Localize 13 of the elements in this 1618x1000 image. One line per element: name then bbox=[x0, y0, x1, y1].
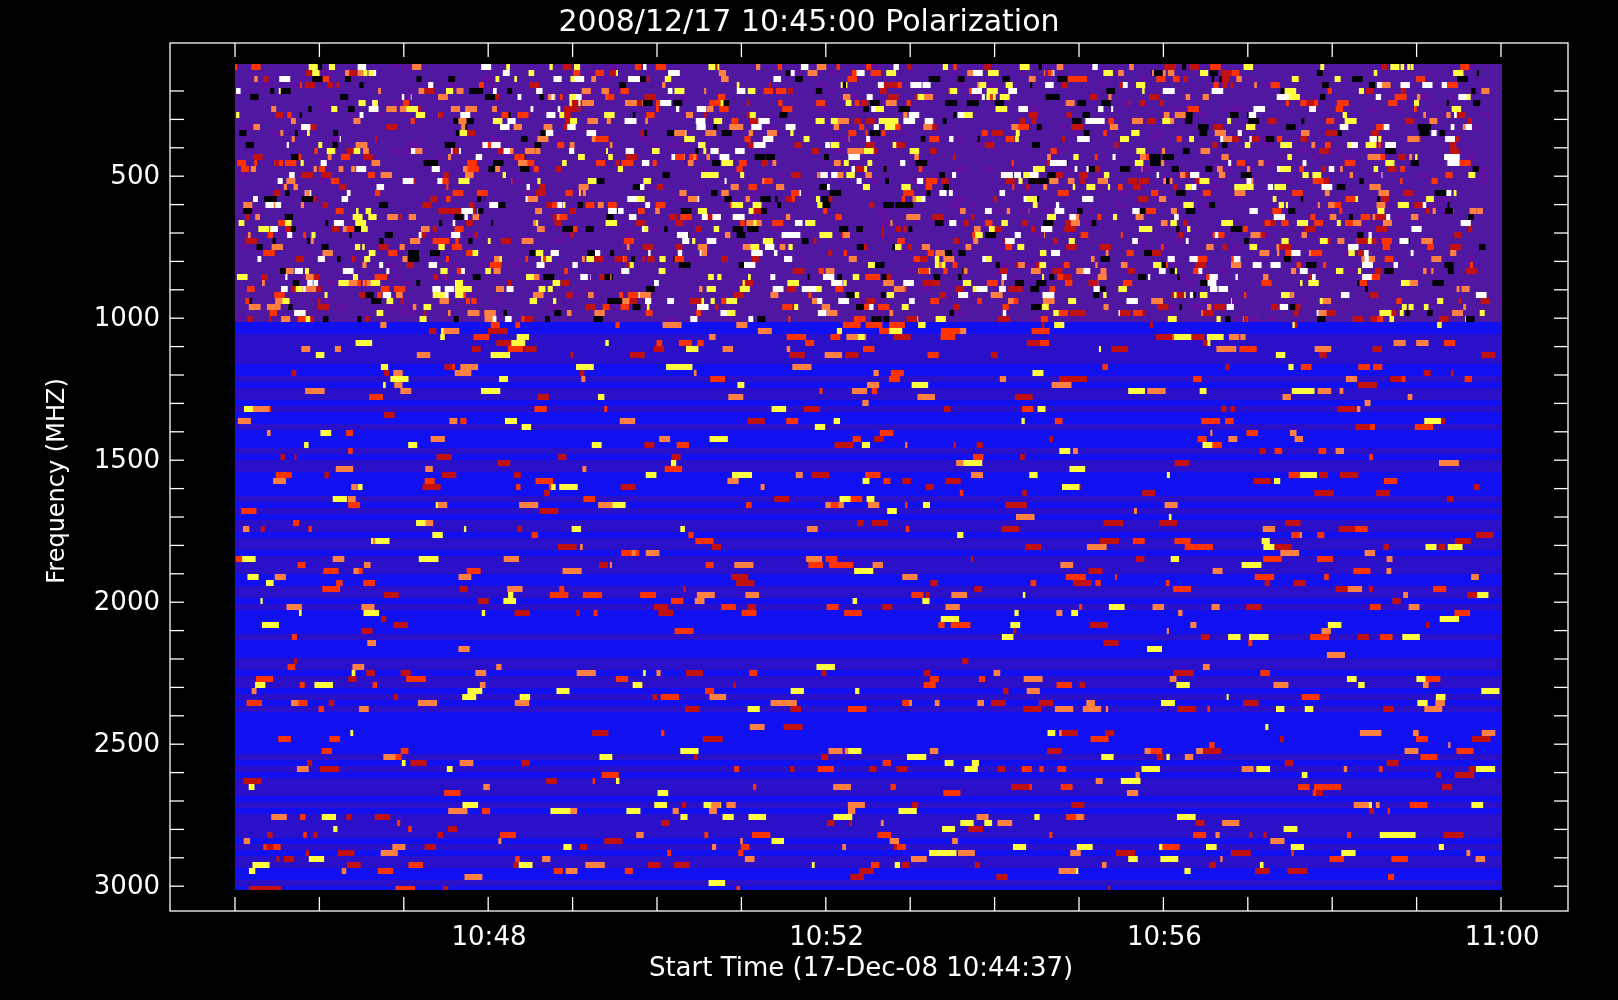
y-axis-label: Frequency (MHZ) bbox=[42, 378, 70, 584]
y-tick-label: 500 bbox=[110, 160, 160, 190]
x-tick-label: 10:56 bbox=[1126, 921, 1202, 951]
x-axis-label: Start Time (17-Dec-08 10:44:37) bbox=[648, 952, 1074, 982]
y-tick-label: 3000 bbox=[93, 870, 160, 900]
x-tick-label: 11:00 bbox=[1464, 921, 1540, 951]
x-tick-label: 10:48 bbox=[451, 921, 527, 951]
chart-title: 2008/12/17 10:45:00 Polarization bbox=[558, 3, 1060, 38]
y-tick-label: 2500 bbox=[93, 728, 160, 758]
x-tick-label: 10:52 bbox=[789, 921, 865, 951]
y-tick-label: 2000 bbox=[93, 586, 160, 616]
y-tick-label: 1000 bbox=[93, 302, 160, 332]
y-tick-label: 1500 bbox=[93, 444, 160, 474]
